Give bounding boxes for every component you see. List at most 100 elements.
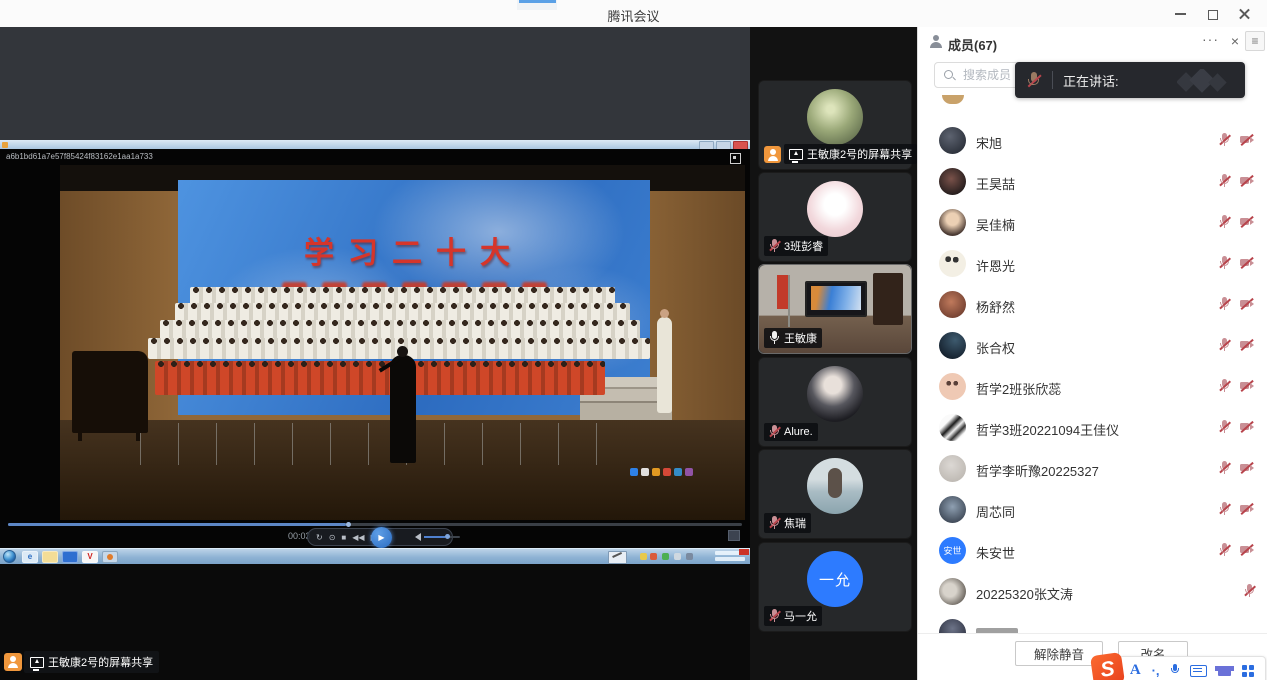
tray-icon [662,553,669,560]
ab-repeat-icon: ⊙ [329,533,336,542]
sogou-logo-icon[interactable]: S [1090,652,1125,680]
mic-muted-icon [1219,133,1230,147]
thumbnail-label: 马一允 [784,608,817,624]
minimize-button[interactable] [1165,0,1197,27]
window-controls [1165,0,1261,27]
member-name: 哲学3班20221094王佳仪 [976,420,1119,439]
choir-row [160,320,640,340]
voice-input-icon[interactable] [1170,664,1179,677]
mic-muted-icon [1219,379,1230,393]
members-panel: 成员(67) ··· × ≡ 正在讲话: 宋旭 王昊喆 [917,27,1267,680]
member-row-partial[interactable] [918,612,1267,633]
ie-icon: e [22,551,38,563]
member-row[interactable]: 周芯同 [918,489,1267,530]
member-row[interactable]: 20225320张文涛 [918,571,1267,612]
mic-muted-icon [1219,543,1230,557]
thumbnail-screen-share[interactable]: 王敏康2号的屏幕共享 [758,80,912,170]
input-mode-icon[interactable]: A [1130,662,1141,679]
remote-window-icon [2,142,8,148]
stop-icon: ■ [341,533,346,542]
thumbnail-participant[interactable]: 3班彭睿 [758,172,912,262]
member-row[interactable]: 许恩光 [918,243,1267,284]
member-avatar [939,209,966,236]
member-row[interactable]: 吴佳楠 [918,202,1267,243]
microphone-stands [140,423,625,465]
member-name: 周芯同 [976,502,1015,521]
seek-bar-knob [346,522,351,527]
tencent-logo-watermark [1177,69,1233,93]
more-options-icon[interactable]: ··· [1202,31,1219,47]
tv [805,281,867,317]
thumbnail-label: 王敏康 [784,330,817,346]
presenter-label: 王敏康2号的屏幕共享 [48,654,153,670]
member-row[interactable]: 哲学李昕豫20225327 [918,448,1267,489]
unmute-button[interactable]: 解除静音 [1015,641,1103,666]
member-row[interactable]: 哲学3班20221094王佳仪 [918,407,1267,448]
thumbnail-participant[interactable]: Alure. [758,357,912,447]
camera-muted-icon [1240,299,1255,310]
tencent-meeting-window: 腾讯会议 a6b1bd61a7e57f85424f83162e1aa1a733 [0,0,1267,680]
member-row[interactable]: 杨舒然 [918,284,1267,325]
member-avatar [939,619,966,633]
member-row[interactable]: 宋旭 [918,120,1267,161]
member-avatar [939,332,966,359]
taskbar-clock [713,550,747,563]
thumbnail-active-speaker[interactable]: 王敏康 [758,264,912,354]
thumbnail-label: 3班彭睿 [784,238,823,254]
member-name: 哲学2班张欣蕊 [976,379,1061,398]
thumbnail-participant[interactable]: 焦瑞 [758,449,912,539]
member-name: 哲学李昕豫20225327 [976,461,1099,480]
member-row[interactable]: 王昊喆 [918,161,1267,202]
member-name: 朱安世 [976,543,1015,562]
piano [72,351,148,433]
member-row[interactable]: 张合权 [918,325,1267,366]
members-footer: 解除静音 改名 S A ·, [918,633,1267,680]
tray-icon [674,553,681,560]
thumbnail-label: 焦瑞 [784,515,806,531]
member-name: 杨舒然 [976,297,1015,316]
mic-muted-icon [769,609,780,623]
avatar: 一允 [807,551,863,607]
speaker-icon [415,533,421,541]
blue-app-icon [62,551,78,563]
red-app-icon: V [82,551,98,563]
remote-desktop-background [0,27,750,141]
camera-muted-icon [1240,381,1255,392]
speaking-toast: 正在讲话: [1015,62,1245,98]
maximize-restore-button[interactable] [1197,0,1229,27]
mic-muted-icon [1219,215,1230,229]
member-avatar [939,373,966,400]
thumbnail-participant[interactable]: 一允 马一允 [758,542,912,632]
punctuation-icon[interactable]: ·, [1152,663,1160,678]
loop-icon: ↻ [316,533,323,542]
rewind-icon: ◀◀ [352,533,364,542]
members-header: 成员(67) ··· × ≡ [918,27,1267,57]
window-titlebar: 腾讯会议 [0,0,1267,28]
soft-keyboard-icon[interactable] [1190,665,1207,677]
camera-muted-icon [1240,545,1255,556]
active-app-icon [102,551,118,563]
video-watermark [630,468,693,476]
mic-on-icon [769,331,780,345]
panel-menu-icon[interactable]: ≡ [1245,31,1265,51]
mic-muted-icon [1244,584,1255,598]
sogou-input-toolbar: S A ·, [1118,656,1266,680]
video-thumbnail-strip: 王敏康2号的屏幕共享 3班彭睿 王敏康 [750,27,917,680]
member-row[interactable]: 安世 朱安世 [918,530,1267,571]
member-row[interactable]: 哲学2班张欣蕊 [918,366,1267,407]
close-button[interactable] [1229,0,1261,27]
member-avatar: 安世 [939,537,966,564]
skin-icon[interactable] [1218,666,1231,676]
camera-muted-icon [1240,463,1255,474]
conductor-silhouette [390,355,416,463]
shared-screen-view: a6b1bd61a7e57f85424f83162e1aa1a733 学习二十大 [0,27,750,680]
member-name: 王昊喆 [976,174,1015,193]
close-panel-icon[interactable]: × [1231,34,1239,48]
member-name: 宋旭 [976,133,1002,152]
camera-muted-icon [1240,217,1255,228]
speaking-label: 正在讲话: [1063,71,1119,90]
toolbox-icon[interactable] [1242,665,1254,677]
choir-front-row-red [155,361,605,395]
presenter-badge: 王敏康2号的屏幕共享 [4,652,159,672]
member-name: 20225320张文涛 [976,584,1073,603]
